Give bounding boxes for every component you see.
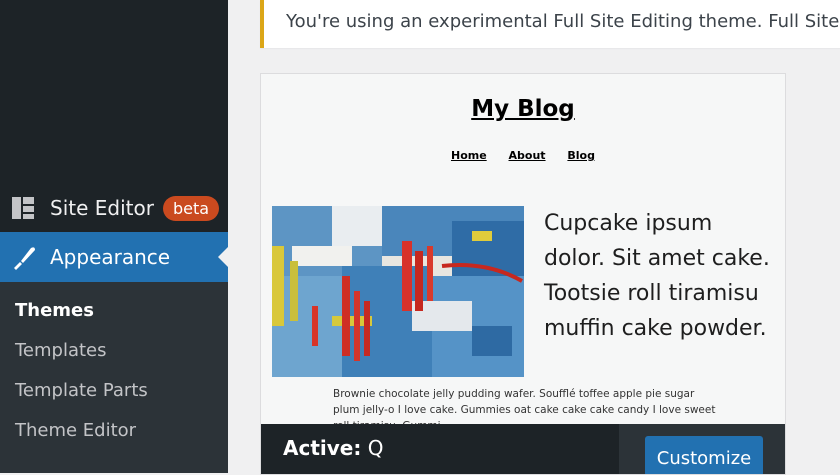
submenu-item-theme-editor[interactable]: Theme Editor [15, 420, 136, 441]
sidebar-item-site-editor[interactable]: Site Editor beta [0, 183, 228, 233]
nav-link-blog: Blog [567, 149, 595, 162]
appearance-submenu: Themes Templates Template Parts Theme Ed… [0, 282, 228, 473]
hero-artwork [272, 206, 524, 377]
active-theme-label: Active: Q [283, 436, 383, 460]
nav-link-about: About [508, 149, 546, 162]
admin-sidebar: Site Editor beta Appearance Themes Templ… [0, 0, 228, 473]
submenu-item-templates[interactable]: Templates [15, 340, 107, 361]
theme-preview-card[interactable]: My Blog Home About Blog Cupcake ipsum do… [260, 73, 786, 475]
submenu-item-template-parts[interactable]: Template Parts [15, 380, 148, 401]
active-label: Active: [283, 436, 362, 460]
nav-link-home: Home [450, 149, 487, 162]
hero-text: Cupcake ipsum dolor. Sit amet cake. Toot… [544, 211, 770, 341]
sidebar-item-appearance[interactable]: Appearance [0, 232, 228, 282]
beta-badge: beta [162, 195, 220, 221]
notice-text: You're using an experimental Full Site E… [286, 11, 840, 32]
active-theme-name: Q [367, 436, 384, 460]
sidebar-item-label: Appearance [50, 245, 171, 269]
active-theme-bar: Active: Q Customize [261, 424, 785, 474]
paintbrush-icon [11, 245, 35, 270]
submenu-item-themes[interactable]: Themes [15, 300, 94, 321]
fse-notice: You're using an experimental Full Site E… [260, 0, 840, 48]
customize-button[interactable]: Customize [645, 436, 763, 474]
layout-icon [11, 196, 35, 220]
theme-actions: Customize [619, 424, 785, 474]
sidebar-item-label: Site Editor [50, 196, 154, 220]
blog-nav: Home About Blog [261, 149, 785, 162]
blog-title: My Blog [471, 96, 575, 122]
